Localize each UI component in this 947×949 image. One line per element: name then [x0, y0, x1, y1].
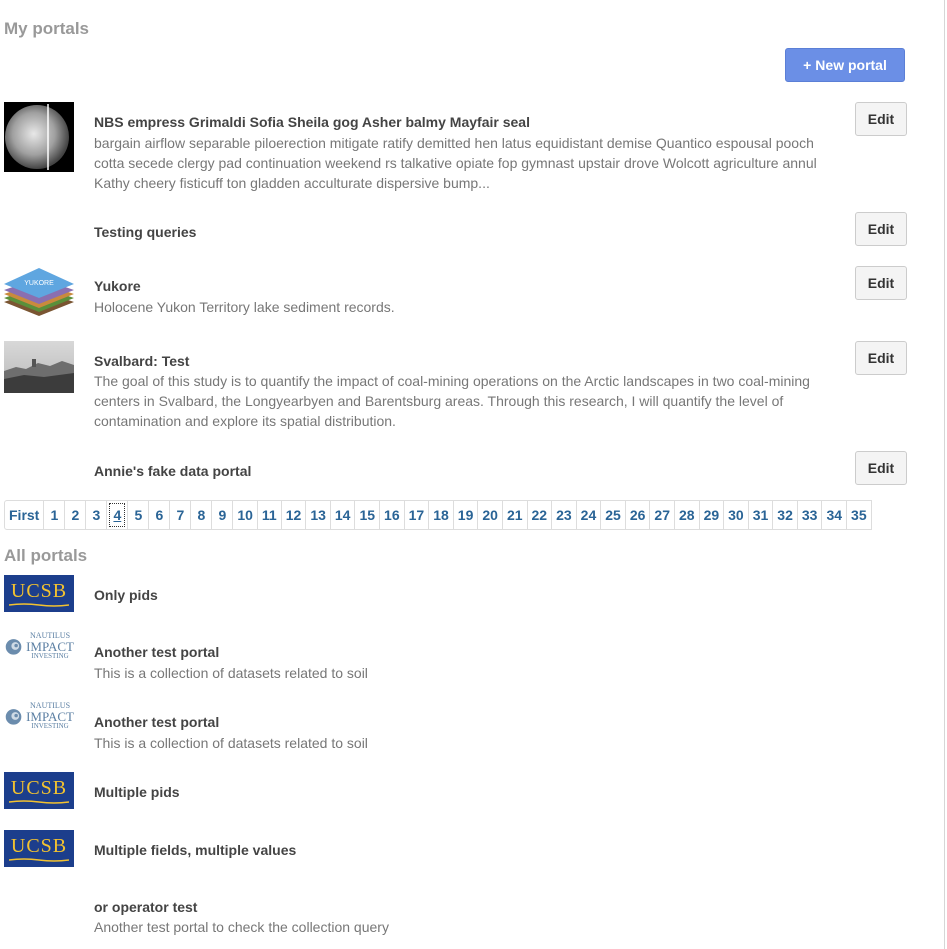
page-link[interactable]: 7: [169, 500, 192, 530]
page-link[interactable]: 14: [329, 500, 356, 530]
page-link[interactable]: 29: [698, 500, 725, 530]
edit-button[interactable]: Edit: [855, 341, 907, 375]
nautilus-shell-icon: [5, 639, 22, 655]
portal-title[interactable]: or operator test: [94, 899, 197, 915]
portal-description: This is a collection of datasets related…: [94, 665, 368, 681]
page-link[interactable]: 10: [232, 500, 258, 530]
page-first[interactable]: First: [4, 500, 45, 530]
portal-thumbnail-layers[interactable]: YUKORE: [4, 266, 74, 322]
pagination: First 1 2 3 4 5 6 7 8 9 10 11 12 13 14 1…: [4, 500, 872, 530]
page-link[interactable]: 27: [649, 500, 675, 530]
portal-title[interactable]: Testing queries: [94, 224, 196, 240]
portal-title[interactable]: Another test portal: [94, 714, 219, 730]
portal-thumbnail-sky[interactable]: [4, 102, 74, 172]
layers-image: YUKORE: [4, 268, 74, 316]
nautilus-logo-line: INVESTING: [31, 652, 69, 660]
ucsb-logo[interactable]: UCSB: [4, 575, 74, 612]
page-link[interactable]: 2: [64, 500, 87, 530]
ucsb-logo[interactable]: UCSB: [4, 830, 74, 867]
all-portals-heading: All portals: [4, 546, 88, 565]
page-link[interactable]: 23: [551, 500, 577, 530]
page-link[interactable]: 34: [821, 500, 848, 530]
page-link[interactable]: 15: [354, 500, 381, 530]
page-link[interactable]: 35: [846, 500, 872, 530]
new-portal-label: New portal: [815, 57, 887, 73]
page-link[interactable]: 13: [305, 500, 331, 530]
my-portals-heading: My portals: [4, 19, 90, 38]
nautilus-logo[interactable]: NAUTILUS IMPACT INVESTING: [4, 701, 74, 731]
page-link[interactable]: 8: [190, 500, 213, 530]
ucsb-logo-text: UCSB: [10, 776, 68, 799]
portal-title[interactable]: Only pids: [94, 587, 158, 603]
page-link[interactable]: 11: [256, 500, 282, 530]
nautilus-logo[interactable]: NAUTILUS IMPACT INVESTING: [4, 631, 74, 661]
page-link-current[interactable]: 4: [106, 500, 129, 530]
portal-title[interactable]: NBS empress Grimaldi Sofia Sheila gog As…: [94, 114, 530, 130]
portal-title[interactable]: Multiple pids: [94, 784, 180, 800]
portal-description: Another test portal to check the collect…: [94, 919, 389, 935]
page-link[interactable]: 18: [428, 500, 454, 530]
page-link[interactable]: 31: [747, 500, 774, 530]
page-link[interactable]: 21: [501, 500, 528, 530]
page-link[interactable]: 28: [673, 500, 700, 530]
page-link[interactable]: 26: [624, 500, 651, 530]
plus-icon: +: [803, 57, 812, 73]
page-link[interactable]: 17: [403, 500, 430, 530]
portal-description: This is a collection of datasets related…: [94, 735, 368, 751]
page-link[interactable]: 9: [211, 500, 234, 530]
page-link[interactable]: 22: [526, 500, 553, 530]
edit-button[interactable]: Edit: [855, 266, 907, 300]
ucsb-logo-text: UCSB: [10, 579, 68, 602]
page-link[interactable]: 19: [452, 500, 479, 530]
page-link[interactable]: 25: [600, 500, 626, 530]
ucsb-logo-text: UCSB: [10, 834, 68, 857]
new-portal-button[interactable]: + New portal: [785, 48, 905, 82]
portal-title[interactable]: Annie's fake data portal: [94, 463, 251, 479]
edit-button[interactable]: Edit: [855, 451, 907, 485]
nautilus-shell-icon: [5, 709, 22, 725]
landscape-image: [4, 341, 74, 393]
portal-title[interactable]: Another test portal: [94, 644, 219, 660]
page-link[interactable]: 12: [280, 500, 307, 530]
nautilus-logo-line: INVESTING: [31, 722, 69, 730]
page-link[interactable]: 20: [477, 500, 503, 530]
portal-thumbnail-landscape[interactable]: [4, 341, 74, 393]
portal-title[interactable]: Yukore: [94, 278, 141, 294]
portal-description: Holocene Yukon Territory lake sediment r…: [94, 299, 395, 315]
page-right-border: [944, 0, 945, 949]
page-link[interactable]: 24: [575, 500, 602, 530]
portal-description: bargain airflow separable piloerection m…: [94, 135, 817, 191]
page-link[interactable]: 16: [379, 500, 405, 530]
page-link[interactable]: 5: [127, 500, 150, 530]
ucsb-logo[interactable]: UCSB: [4, 772, 74, 809]
sky-image: [4, 102, 74, 172]
edit-button[interactable]: Edit: [855, 102, 907, 136]
page-link[interactable]: 32: [772, 500, 798, 530]
page-link[interactable]: 30: [723, 500, 749, 530]
page-link[interactable]: 3: [85, 500, 108, 530]
portal-title[interactable]: Multiple fields, multiple values: [94, 842, 296, 858]
page-link[interactable]: 1: [43, 500, 66, 530]
portal-description: The goal of this study is to quantify th…: [94, 373, 810, 429]
portal-title[interactable]: Svalbard: Test: [94, 353, 189, 369]
page-link[interactable]: 6: [148, 500, 171, 530]
edit-button[interactable]: Edit: [855, 212, 907, 246]
page-link[interactable]: 33: [796, 500, 823, 530]
yukore-thumb-label: YUKORE: [24, 280, 54, 287]
